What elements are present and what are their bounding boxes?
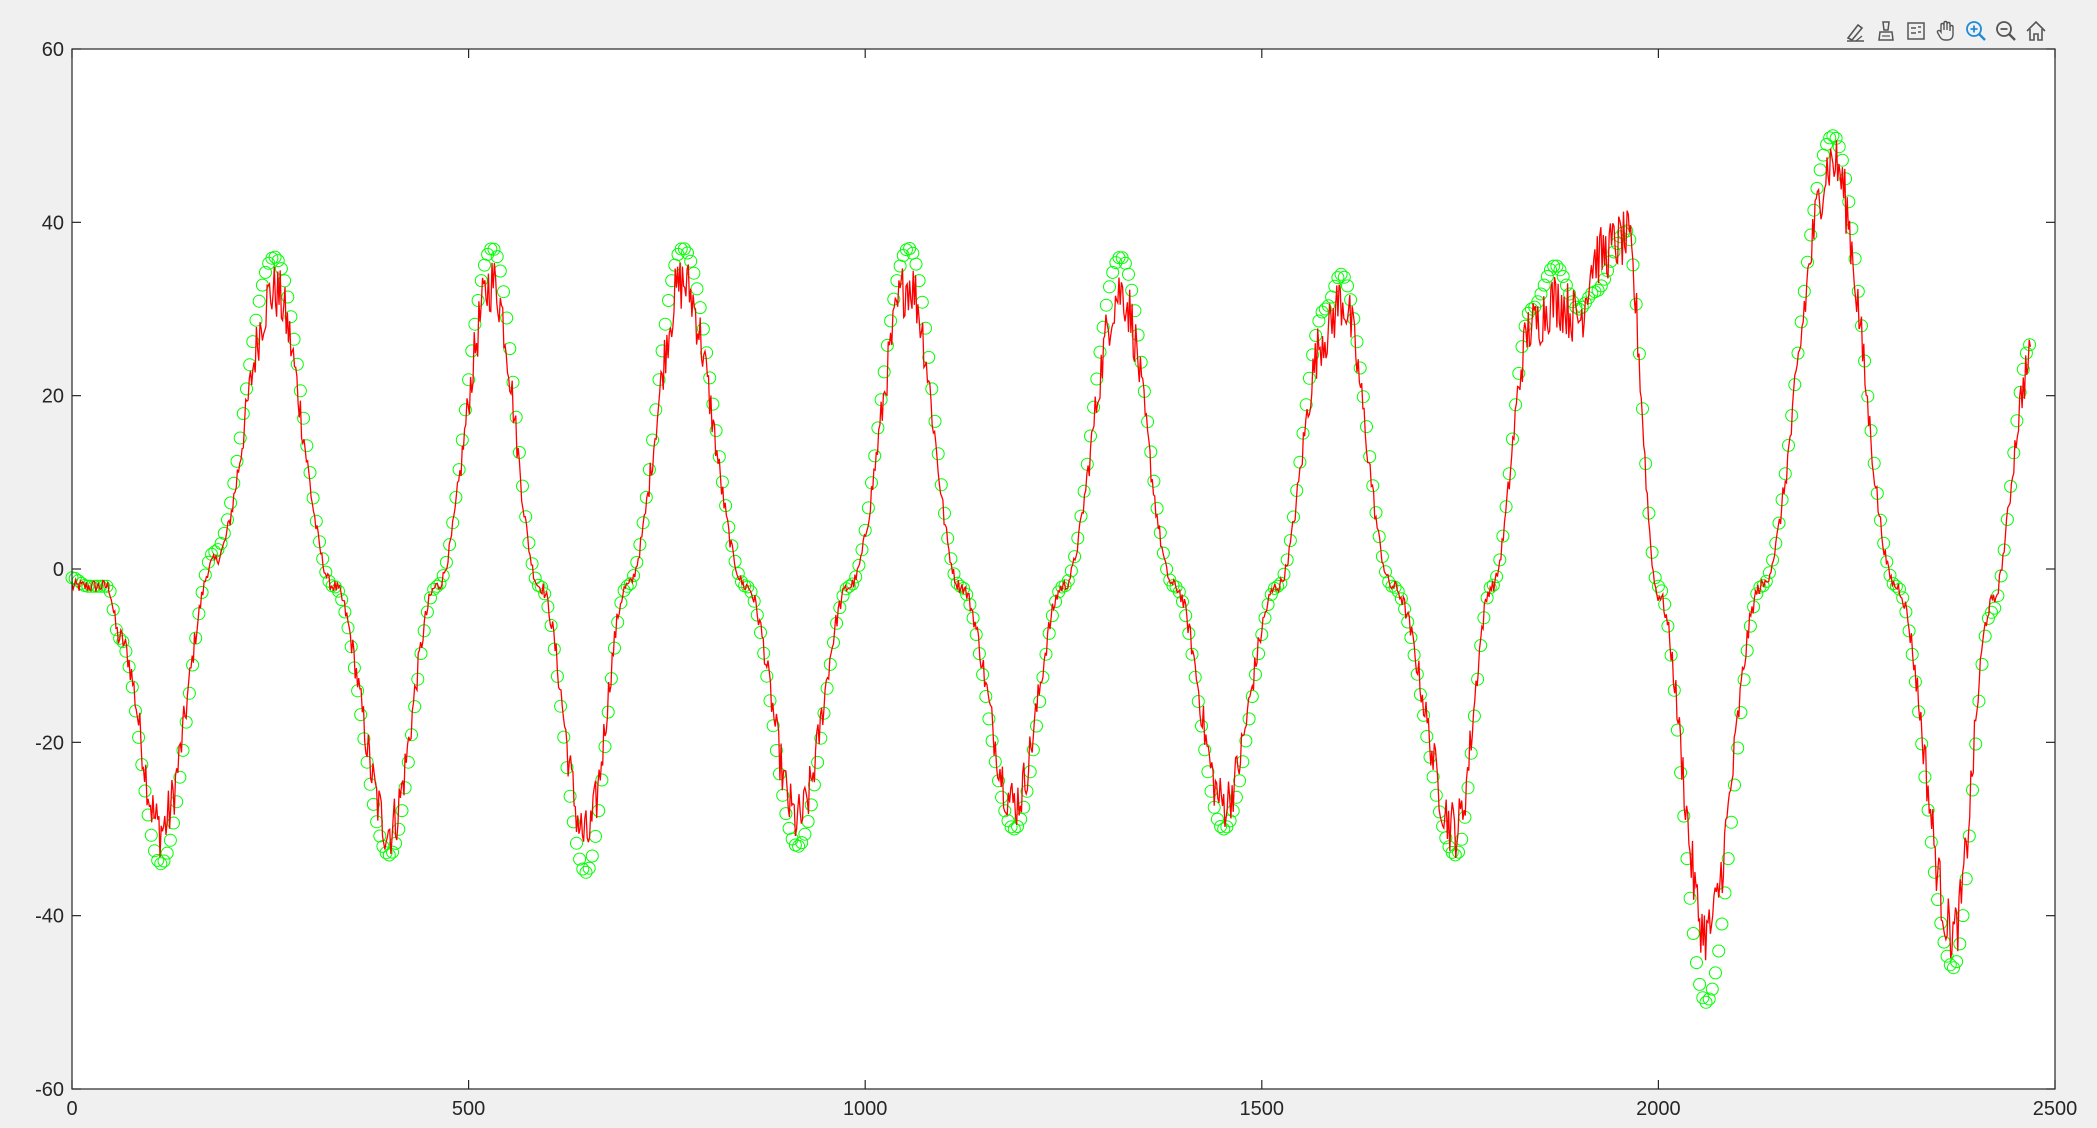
x-tick-label: 0 [66, 1098, 77, 1120]
x-tick-label: 1500 [1240, 1098, 1285, 1120]
y-tick-label: 0 [53, 559, 64, 581]
y-tick-label: 20 [42, 386, 64, 408]
x-tick-label: 500 [452, 1098, 485, 1120]
y-tick-label: 60 [42, 39, 64, 61]
chart[interactable]: 0 500 1000 1500 2000 2500 60 40 20 0 -20 -40 -60 [0, 0, 2097, 1128]
x-tick-label: 2000 [1636, 1098, 1681, 1120]
x-tick-label: 1000 [843, 1098, 888, 1120]
y-tick-label: -20 [35, 732, 64, 754]
y-tick-label: -60 [35, 1079, 64, 1101]
plot-area[interactable] [72, 49, 2055, 1089]
y-tick-label: -40 [35, 906, 64, 928]
x-tick-label: 2500 [2033, 1098, 2078, 1120]
y-tick-label: 40 [42, 212, 64, 234]
